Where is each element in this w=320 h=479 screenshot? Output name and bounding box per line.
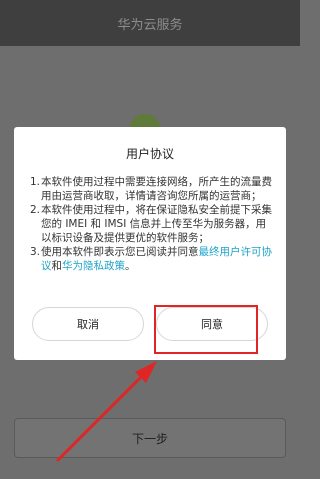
annotation-arrow <box>56 361 157 462</box>
arrow-shaft <box>56 369 149 462</box>
